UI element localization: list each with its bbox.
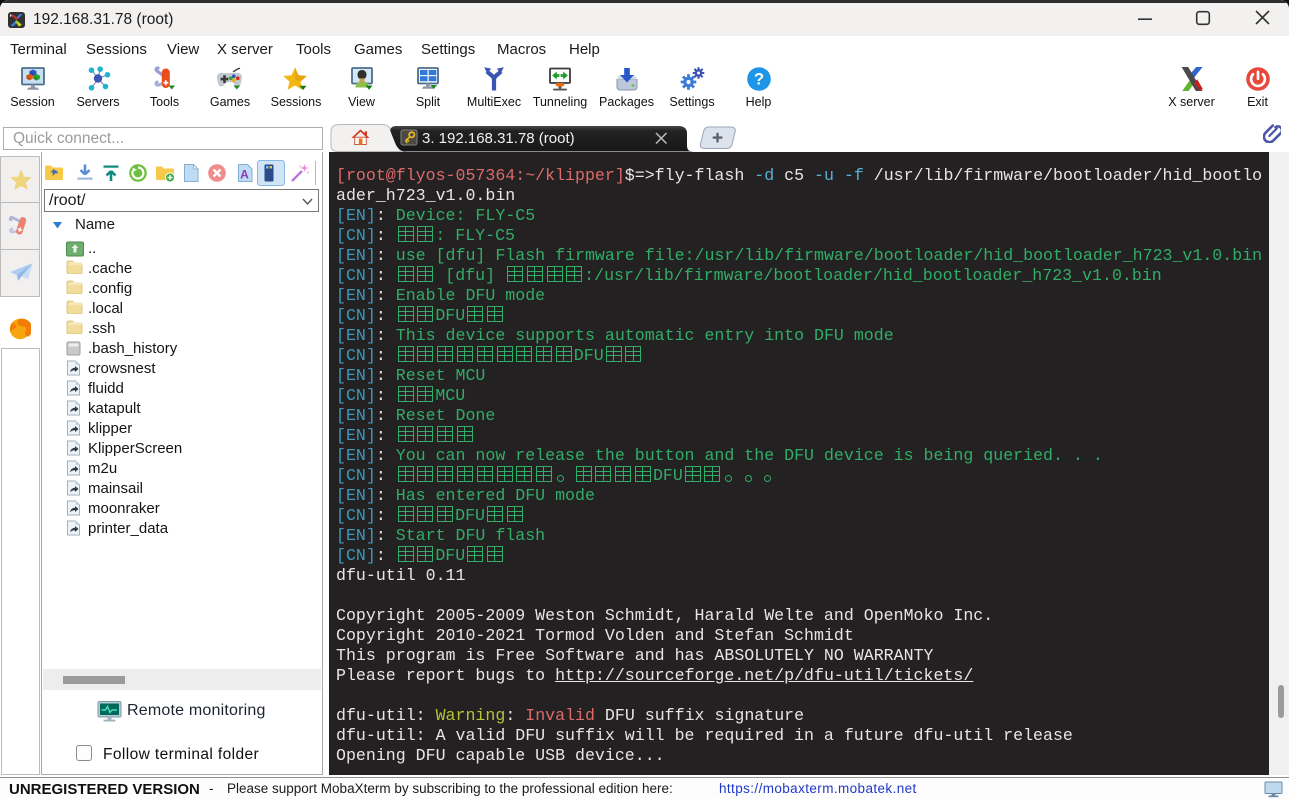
- svg-text:A: A: [240, 168, 249, 182]
- svg-text:?: ?: [753, 71, 763, 89]
- svg-text:3. 192.168.31.78 (root): 3. 192.168.31.78 (root): [422, 130, 575, 147]
